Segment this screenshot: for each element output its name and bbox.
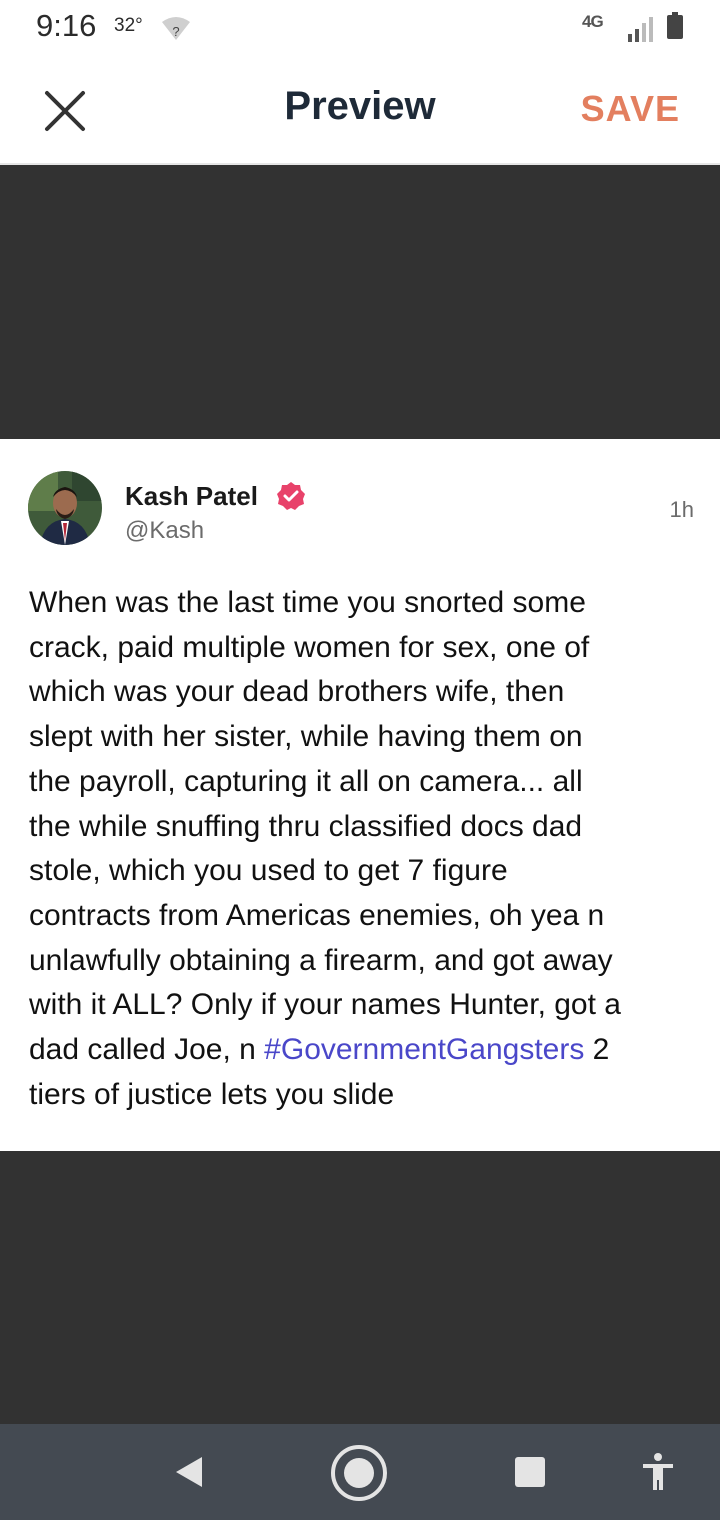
avatar: [28, 471, 102, 545]
signal-icon: [628, 17, 653, 42]
network-type: 4G: [582, 12, 604, 31]
tweet-text: When was the last time you snorted some …: [29, 581, 699, 1117]
preview-backdrop-bottom: [0, 1151, 720, 1424]
app-bar: Preview SAVE: [0, 56, 720, 165]
svg-text:?: ?: [172, 24, 179, 39]
wifi-icon: ?: [162, 17, 190, 40]
home-circle-icon[interactable]: [330, 1444, 388, 1502]
accessibility-icon[interactable]: [640, 1452, 676, 1492]
status-temperature: 32°: [114, 15, 143, 36]
save-button[interactable]: SAVE: [581, 88, 680, 130]
system-nav-bar: [0, 1424, 720, 1520]
tweet-text-body: When was the last time you snorted some …: [29, 586, 621, 1067]
back-triangle-icon[interactable]: [172, 1454, 206, 1490]
status-bar: 9:16 32° ? 4G: [0, 0, 720, 56]
hashtag-link[interactable]: #GovernmentGangsters: [264, 1033, 584, 1066]
status-time: 9:16: [36, 8, 97, 43]
tweet-card: Kash Patel @Kash 1h When was the last ti…: [0, 439, 720, 1151]
recents-square-icon[interactable]: [514, 1456, 546, 1488]
tweet-timestamp: 1h: [669, 497, 694, 522]
battery-icon: [667, 12, 683, 39]
preview-backdrop-top: [0, 165, 720, 439]
status-icons: 4G: [578, 10, 688, 44]
author-handle: @Kash: [125, 517, 205, 544]
verified-badge-icon: [277, 482, 305, 510]
author-name: Kash Patel: [125, 481, 258, 511]
